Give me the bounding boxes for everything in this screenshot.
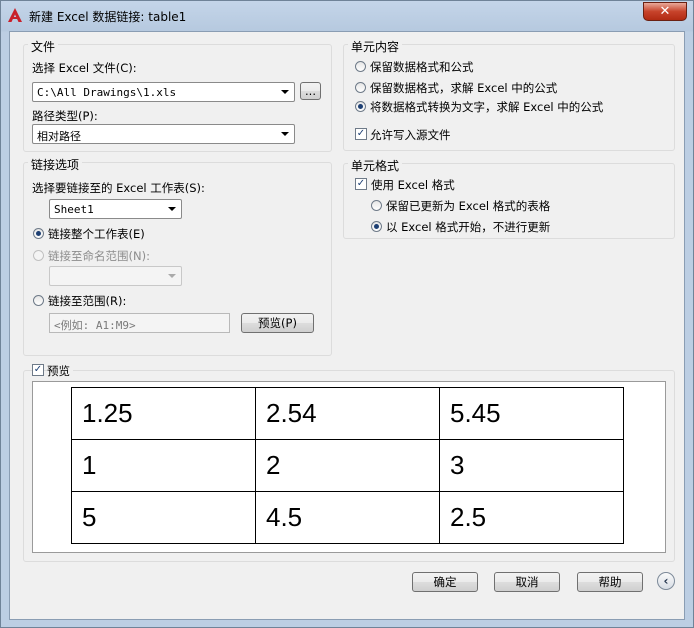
preview-table: 1.25 2.54 5.45 1 2 3 5 4.5 2.5 — [71, 387, 624, 544]
file-value: C:\All Drawings\1.xls — [37, 86, 177, 99]
radio-link-named-range[interactable] — [33, 250, 44, 261]
convert-to-text-label: 将数据格式转换为文字，求解 Excel 中的公式 — [370, 100, 604, 114]
preview-range-button[interactable]: 预览(P) — [241, 313, 314, 333]
sheet-label: 选择要链接至的 Excel 工作表(S): — [32, 181, 205, 195]
table-cell: 4.5 — [255, 491, 440, 544]
dialog-client: 文件 选择 Excel 文件(C): C:\All Drawings\1.xls… — [9, 31, 685, 620]
path-type-value: 相对路径 — [37, 130, 81, 143]
radio-convert-to-text[interactable] — [355, 101, 366, 112]
table-cell: 2.54 — [255, 387, 440, 440]
range-input[interactable]: <例如: A1:M9> — [49, 313, 230, 333]
table-cell: 1 — [71, 439, 256, 492]
file-group-title: 文件 — [28, 38, 59, 55]
radio-link-range[interactable] — [33, 295, 44, 306]
allow-write-label: 允许写入源文件 — [370, 128, 451, 142]
table-cell: 5.45 — [439, 387, 624, 440]
table-row: 1.25 2.54 5.45 — [71, 387, 624, 440]
help-button[interactable]: 帮助 — [577, 572, 643, 592]
radio-keep-format-solve[interactable] — [355, 82, 366, 93]
keep-format-formulas-label: 保留数据格式和公式 — [370, 60, 474, 74]
browse-button[interactable]: ... — [300, 82, 321, 100]
link-entire-sheet-label: 链接整个工作表(E) — [48, 227, 145, 241]
preview-area: 1.25 2.54 5.45 1 2 3 5 4.5 2.5 — [32, 381, 666, 553]
named-range-combo[interactable] — [49, 266, 182, 286]
use-excel-format-label: 使用 Excel 格式 — [371, 178, 455, 192]
ok-button[interactable]: 确定 — [412, 572, 478, 592]
chevron-left-icon[interactable]: ‹ — [657, 572, 675, 590]
radio-link-entire-sheet[interactable] — [33, 228, 44, 239]
chevron-down-icon — [168, 274, 176, 278]
sheet-value: Sheet1 — [54, 203, 94, 216]
range-placeholder: <例如: A1:M9> — [54, 319, 136, 332]
dialog-window: 新建 Excel 数据链接: table1 ✕ 文件 选择 Excel 文件(C… — [0, 0, 694, 628]
cell-format-title: 单元格式 — [348, 157, 403, 174]
chevron-down-icon — [168, 207, 176, 211]
path-type-combo[interactable]: 相对路径 — [32, 124, 295, 144]
file-combo[interactable]: C:\All Drawings\1.xls — [32, 82, 295, 102]
keep-updated-label: 保留已更新为 Excel 格式的表格 — [386, 199, 551, 213]
title-bar[interactable]: 新建 Excel 数据链接: table1 ✕ — [1, 1, 693, 31]
radio-keep-format-formulas[interactable] — [355, 61, 366, 72]
window-title: 新建 Excel 数据链接: table1 — [29, 10, 187, 24]
radio-start-excel-format[interactable] — [371, 221, 382, 232]
checkbox-allow-write[interactable]: ✓ — [355, 128, 367, 140]
select-file-label: 选择 Excel 文件(C): — [32, 61, 137, 75]
sheet-combo[interactable]: Sheet1 — [49, 199, 182, 219]
checkbox-use-excel-format[interactable]: ✓ — [355, 178, 367, 190]
chevron-down-icon — [281, 132, 289, 136]
table-cell: 5 — [71, 491, 256, 544]
start-excel-format-label: 以 Excel 格式开始，不进行更新 — [386, 220, 551, 234]
autocad-logo-icon — [8, 8, 22, 22]
close-button[interactable]: ✕ — [643, 2, 687, 21]
table-row: 5 4.5 2.5 — [71, 491, 624, 544]
table-cell: 3 — [439, 439, 624, 492]
table-cell: 2 — [255, 439, 440, 492]
checkbox-preview[interactable]: ✓ — [32, 364, 44, 376]
table-row: 1 2 3 — [71, 439, 624, 492]
keep-format-solve-label: 保留数据格式，求解 Excel 中的公式 — [370, 81, 558, 95]
link-range-label: 链接至范围(R): — [48, 294, 127, 308]
cell-content-title: 单元内容 — [348, 38, 403, 55]
table-cell: 1.25 — [71, 387, 256, 440]
link-named-range-label: 链接至命名范围(N): — [48, 249, 150, 263]
preview-label: 预览 — [47, 363, 73, 379]
table-cell: 2.5 — [439, 491, 624, 544]
link-options-title: 链接选项 — [28, 156, 83, 173]
path-type-label: 路径类型(P): — [32, 109, 98, 123]
cancel-button[interactable]: 取消 — [494, 572, 560, 592]
radio-keep-updated[interactable] — [371, 200, 382, 211]
chevron-down-icon — [281, 90, 289, 94]
